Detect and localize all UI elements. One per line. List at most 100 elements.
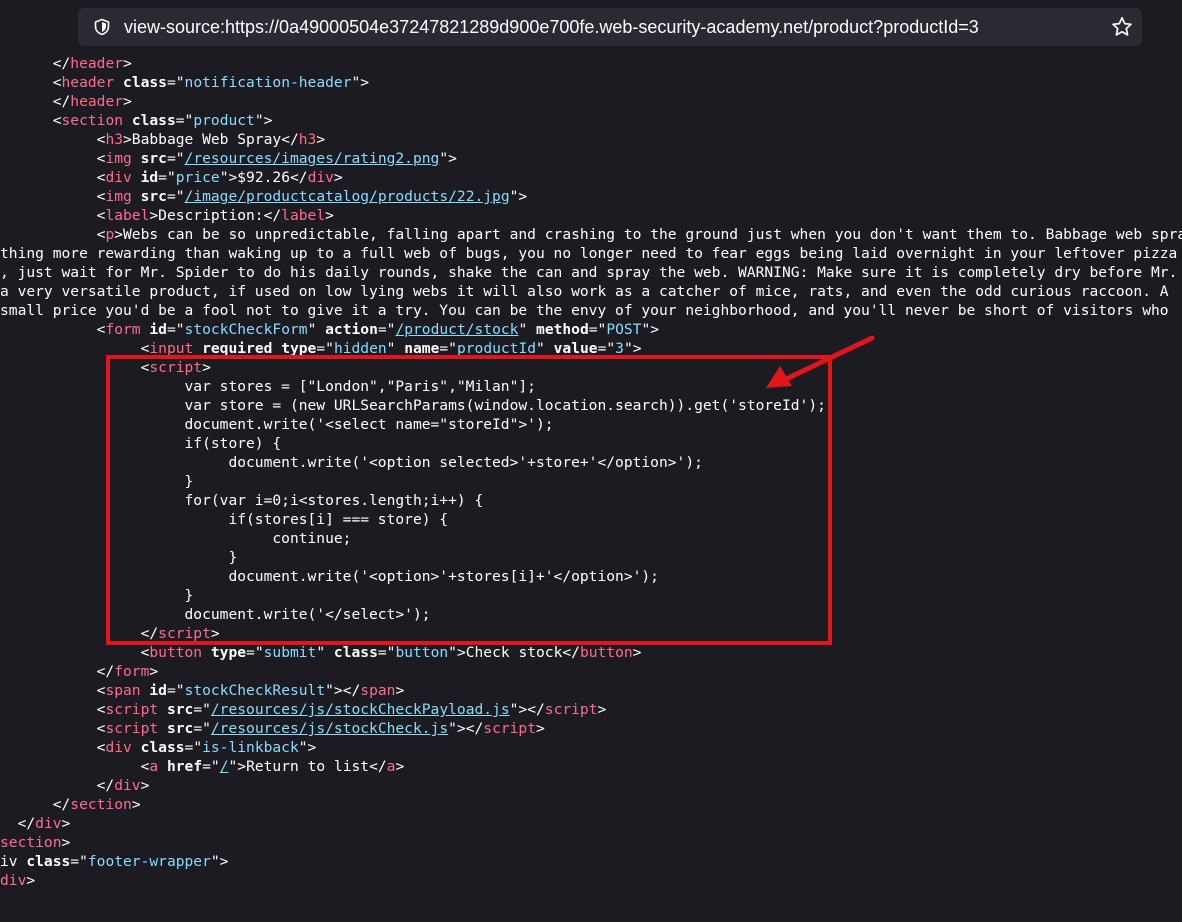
source-token: ">$92.26</ bbox=[219, 169, 308, 186]
source-token bbox=[158, 701, 167, 718]
source-token: =" bbox=[70, 853, 88, 870]
source-line: </form> bbox=[0, 662, 159, 681]
source-line: <div class="is-linkback"> bbox=[0, 738, 317, 757]
source-token: "> bbox=[351, 74, 370, 91]
source-line: <label>Description:</label> bbox=[0, 206, 334, 225]
source-token: "></ bbox=[325, 682, 361, 699]
source-token: script bbox=[105, 701, 159, 718]
source-token: form bbox=[105, 321, 141, 338]
source-token: "> bbox=[210, 853, 229, 870]
source-token: section bbox=[70, 796, 132, 813]
source-token: < bbox=[0, 169, 106, 186]
source-token: =" bbox=[166, 150, 185, 167]
source-line: <img src="/resources/images/rating2.png"… bbox=[0, 149, 457, 168]
source-token: =" bbox=[166, 188, 185, 205]
source-line: <script src="/resources/js/stockCheckPay… bbox=[0, 700, 607, 719]
source-token bbox=[123, 112, 132, 129]
browser-toolbar: view-source:https://0a49000504e372478212… bbox=[0, 0, 1182, 52]
source-line: <section class="product"> bbox=[0, 111, 273, 130]
source-link[interactable]: /product/stock bbox=[395, 321, 518, 338]
url-text[interactable]: view-source:https://0a49000504e372478212… bbox=[124, 8, 979, 46]
source-token: =" bbox=[193, 720, 211, 737]
source-token: < bbox=[0, 74, 62, 91]
source-line: div> bbox=[0, 871, 35, 890]
source-token: header bbox=[70, 55, 124, 72]
source-token: < bbox=[0, 739, 106, 756]
source-token: =" bbox=[158, 169, 176, 186]
source-token: < bbox=[0, 207, 106, 224]
source-token: footer-wrapper bbox=[87, 853, 211, 870]
address-bar[interactable]: view-source:https://0a49000504e372478212… bbox=[78, 8, 1142, 46]
source-link[interactable]: /image/productcatalog/products/22.jpg bbox=[185, 188, 510, 205]
source-token: >Babbage Web Spray</ bbox=[123, 131, 299, 148]
source-token: "> bbox=[439, 150, 457, 167]
source-token: =" bbox=[193, 701, 211, 718]
source-link[interactable]: /resources/js/stockCheck.js bbox=[211, 720, 448, 737]
source-token: </ bbox=[0, 93, 71, 110]
source-token: small price you'd be a fool not to give … bbox=[0, 302, 1169, 319]
source-token: > bbox=[149, 663, 159, 680]
source-token: price bbox=[175, 169, 220, 186]
source-token: a bbox=[149, 758, 159, 775]
source-token: < bbox=[0, 150, 106, 167]
source-token: "> bbox=[254, 112, 273, 129]
source-token: submit bbox=[263, 644, 317, 661]
source-token: < bbox=[0, 131, 106, 148]
source-token: < bbox=[0, 226, 106, 243]
source-line: </section> bbox=[0, 795, 141, 814]
source-line: a very versatile product, if used on low… bbox=[0, 282, 1169, 301]
source-token: id bbox=[149, 321, 167, 338]
source-token: class bbox=[333, 644, 378, 661]
source-token: id bbox=[149, 682, 167, 699]
source-token: label bbox=[281, 207, 326, 224]
source-token bbox=[132, 188, 141, 205]
source-token: id bbox=[140, 169, 159, 186]
source-line: <script src="/resources/js/stockCheck.js… bbox=[0, 719, 545, 738]
arrow-icon bbox=[766, 335, 875, 388]
source-token: =" bbox=[588, 321, 607, 338]
source-link[interactable]: /resources/js/stockCheckPayload.js bbox=[211, 701, 510, 718]
source-line: small price you'd be a fool not to give … bbox=[0, 301, 1169, 320]
source-line: section> bbox=[0, 833, 70, 852]
source-token: =" bbox=[377, 644, 396, 661]
shield-icon[interactable] bbox=[93, 18, 111, 36]
source-line: </div> bbox=[0, 776, 150, 795]
source-token: </ bbox=[0, 55, 71, 72]
source-token: > bbox=[597, 701, 607, 718]
source-line: , just wait for Mr. Spider to do his dai… bbox=[0, 263, 1177, 282]
source-token: method bbox=[536, 321, 589, 338]
source-token: "></ bbox=[448, 720, 484, 737]
source-token: class bbox=[140, 739, 185, 756]
source-line: <span id="stockCheckResult"></span> bbox=[0, 681, 405, 700]
source-token: header bbox=[70, 93, 124, 110]
source-token: class bbox=[26, 853, 71, 870]
source-token: </ bbox=[0, 796, 71, 813]
source-line: <img src="/image/productcatalog/products… bbox=[0, 187, 528, 206]
source-token: =" bbox=[202, 758, 220, 775]
source-token: thing more rewarding than waking up to a… bbox=[0, 245, 1178, 262]
highlight-box bbox=[106, 355, 832, 645]
source-token: < bbox=[0, 644, 150, 661]
source-token: , just wait for Mr. Spider to do his dai… bbox=[0, 264, 1178, 281]
source-token: src bbox=[140, 150, 167, 167]
source-token: stockCheckForm bbox=[184, 321, 308, 338]
source-token: > bbox=[325, 207, 334, 224]
source-token: button bbox=[395, 644, 449, 661]
source-token: > bbox=[395, 682, 405, 699]
source-token: script bbox=[544, 701, 598, 718]
source-token: < bbox=[0, 188, 106, 205]
source-line: <header class="notification-header"> bbox=[0, 73, 369, 92]
source-token: < bbox=[0, 758, 150, 775]
source-token: is-linkback bbox=[202, 739, 299, 756]
source-link[interactable]: /resources/images/rating2.png bbox=[185, 150, 440, 167]
source-token: script bbox=[105, 720, 159, 737]
source-token: img bbox=[105, 150, 132, 167]
source-token: < bbox=[0, 720, 106, 737]
source-token: > bbox=[316, 131, 326, 148]
source-token: " bbox=[307, 321, 326, 338]
source-line: </div> bbox=[0, 814, 71, 833]
bookmark-star-icon[interactable] bbox=[1110, 15, 1134, 39]
source-link[interactable]: / bbox=[220, 758, 229, 775]
source-token bbox=[202, 644, 211, 661]
source-token: < bbox=[0, 682, 106, 699]
